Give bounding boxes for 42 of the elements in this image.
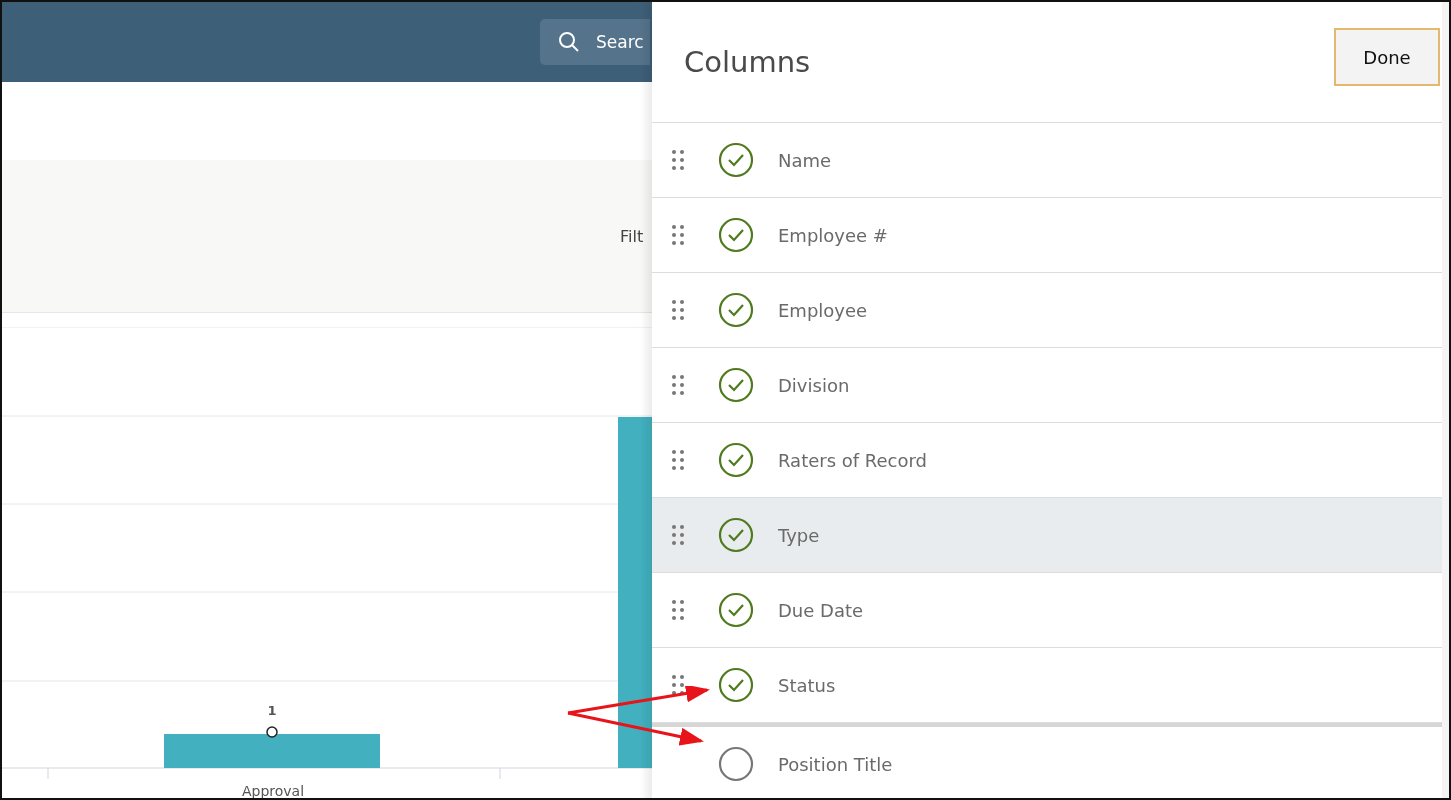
data-point-marker (266, 726, 278, 738)
drag-handle-icon[interactable] (672, 225, 684, 245)
data-label: 1 (267, 703, 277, 718)
column-item[interactable]: Division (652, 348, 1442, 423)
column-label: Due Date (778, 599, 864, 621)
column-label: Type (778, 524, 820, 546)
checkbox-icon[interactable] (718, 142, 754, 178)
column-label: Employee # (778, 224, 888, 246)
column-item[interactable]: Due Date (652, 573, 1442, 648)
checkbox-icon[interactable] (718, 592, 754, 628)
column-label: Name (778, 149, 832, 171)
checkbox-icon[interactable] (718, 292, 754, 328)
checkbox-icon[interactable] (718, 667, 754, 703)
checkbox-icon[interactable] (718, 217, 754, 253)
column-label: Position Title (778, 753, 893, 775)
drag-handle-icon[interactable] (672, 300, 684, 320)
checkbox-icon[interactable] (718, 517, 754, 553)
checkbox-icon[interactable] (718, 367, 754, 403)
drag-handle-icon[interactable] (672, 450, 684, 470)
axis-label: Approval (241, 783, 305, 798)
column-label: Employee (778, 299, 868, 321)
checkbox-icon[interactable] (718, 746, 754, 782)
done-button[interactable]: Done (1334, 28, 1440, 86)
column-item[interactable]: Position Title (652, 723, 1442, 798)
drag-handle-icon[interactable] (672, 375, 684, 395)
checkbox-icon[interactable] (718, 442, 754, 478)
panel-title: Columns (684, 45, 811, 79)
search-field[interactable]: Searc (540, 19, 650, 65)
column-label: Status (778, 674, 836, 696)
column-item[interactable]: Type (652, 498, 1442, 573)
drag-handle-icon[interactable] (672, 150, 684, 170)
drag-handle-icon[interactable] (672, 600, 684, 620)
filter-label[interactable]: Filt (620, 226, 644, 246)
column-label: Division (778, 374, 850, 396)
column-item[interactable]: Status (652, 648, 1442, 723)
column-item[interactable]: Employee (652, 273, 1442, 348)
drag-handle-icon[interactable] (672, 675, 684, 695)
column-item[interactable]: Employee # (652, 198, 1442, 273)
column-label: Raters of Record (778, 449, 928, 471)
column-item[interactable]: Name (652, 123, 1442, 198)
drag-handle-icon[interactable] (672, 525, 684, 545)
column-item[interactable]: Raters of Record (652, 423, 1442, 498)
